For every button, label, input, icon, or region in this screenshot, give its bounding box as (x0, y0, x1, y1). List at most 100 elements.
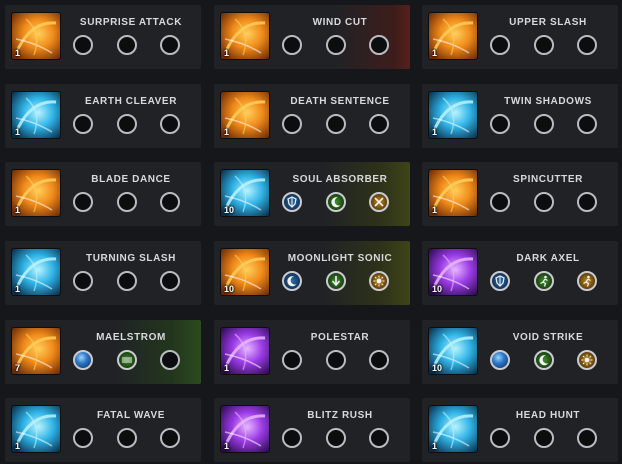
skill-level: 1 (432, 48, 438, 58)
skill-icon[interactable]: 1 (221, 328, 269, 374)
skill-name: EARTH CLEAVER (84, 96, 178, 107)
skill-icon[interactable]: 1 (12, 406, 60, 452)
skill-card[interactable]: 7 MAELSTROM (5, 320, 201, 384)
gem-slot-green-run-icon[interactable] (534, 271, 554, 291)
skill-icon[interactable]: 10 (221, 170, 269, 216)
gem-slot-green-arrow-icon[interactable] (326, 271, 346, 291)
empty-gem-slot[interactable] (577, 192, 597, 212)
skill-icon[interactable]: 1 (221, 406, 269, 452)
gem-slot-green-crescent-icon[interactable] (326, 192, 346, 212)
empty-gem-slot[interactable] (326, 428, 346, 448)
empty-gem-slot[interactable] (160, 428, 180, 448)
empty-gem-slot[interactable] (534, 35, 554, 55)
empty-gem-slot[interactable] (490, 428, 510, 448)
empty-gem-slot[interactable] (73, 428, 93, 448)
skill-card[interactable]: 10 MOONLIGHT SONIC (214, 241, 410, 305)
skill-icon[interactable]: 1 (429, 92, 477, 138)
skill-icon[interactable]: 1 (12, 170, 60, 216)
empty-gem-slot[interactable] (282, 428, 302, 448)
empty-gem-slot[interactable] (326, 114, 346, 134)
skill-card[interactable]: 10 VOID STRIKE (422, 320, 618, 384)
skill-name: MOONLIGHT SONIC (287, 253, 393, 264)
skill-level: 10 (224, 284, 235, 294)
empty-gem-slot[interactable] (160, 192, 180, 212)
skill-icon[interactable]: 1 (221, 92, 269, 138)
empty-gem-slot[interactable] (369, 350, 389, 370)
empty-gem-slot[interactable] (73, 271, 93, 291)
empty-gem-slot[interactable] (117, 192, 137, 212)
skill-name: DARK AXEL (516, 253, 580, 264)
skill-icon[interactable]: 1 (12, 249, 60, 295)
empty-gem-slot[interactable] (577, 35, 597, 55)
empty-gem-slot[interactable] (117, 35, 137, 55)
skill-name: BLADE DANCE (91, 174, 171, 185)
gem-slot-blue-shield-icon[interactable] (490, 271, 510, 291)
skill-card[interactable]: 1 BLADE DANCE (5, 162, 201, 226)
skill-icon[interactable]: 1 (429, 406, 477, 452)
empty-gem-slot[interactable] (577, 114, 597, 134)
skill-icon[interactable]: 1 (12, 13, 60, 59)
empty-gem-slot[interactable] (490, 35, 510, 55)
gem-slot-gold-cross-icon[interactable] (369, 192, 389, 212)
empty-gem-slot[interactable] (117, 271, 137, 291)
skill-card[interactable]: 1 SPINCUTTER (422, 162, 618, 226)
empty-gem-slot[interactable] (160, 35, 180, 55)
skill-icon[interactable]: 1 (221, 13, 269, 59)
gem-slot-gold-run-icon[interactable] (577, 271, 597, 291)
gem-slot-gold-burst-icon[interactable] (577, 350, 597, 370)
skill-card[interactable]: 10 DARK AXEL (422, 241, 618, 305)
skill-icon[interactable]: 10 (429, 328, 477, 374)
skill-card[interactable]: 1 BLITZ RUSH (214, 398, 410, 462)
skill-icon[interactable]: 10 (429, 249, 477, 295)
empty-gem-slot[interactable] (117, 114, 137, 134)
skill-card[interactable]: 1 TWIN SHADOWS (422, 84, 618, 148)
skill-icon[interactable]: 1 (12, 92, 60, 138)
skill-name: TWIN SHADOWS (504, 96, 592, 107)
empty-gem-slot[interactable] (282, 350, 302, 370)
skill-card[interactable]: 1 UPPER SLASH (422, 5, 618, 69)
empty-gem-slot[interactable] (369, 35, 389, 55)
empty-gem-slot[interactable] (160, 271, 180, 291)
empty-gem-slot[interactable] (534, 114, 554, 134)
skill-level: 1 (224, 363, 230, 373)
empty-gem-slot[interactable] (534, 428, 554, 448)
empty-gem-slot[interactable] (577, 428, 597, 448)
skill-card[interactable]: 1 FATAL WAVE (5, 398, 201, 462)
gem-slot-green-lines-icon[interactable] (117, 350, 137, 370)
skill-card[interactable]: 1 WIND CUT (214, 5, 410, 69)
empty-gem-slot[interactable] (369, 114, 389, 134)
gem-slot-blue-crescent-icon[interactable] (282, 271, 302, 291)
empty-gem-slot[interactable] (73, 114, 93, 134)
skill-icon[interactable]: 1 (429, 170, 477, 216)
gem-slot-blue-orb-icon[interactable] (73, 350, 93, 370)
skill-card[interactable]: 1 SURPRISE ATTACK (5, 5, 201, 69)
empty-gem-slot[interactable] (490, 114, 510, 134)
skill-level: 1 (15, 127, 21, 137)
empty-gem-slot[interactable] (160, 350, 180, 370)
empty-gem-slot[interactable] (326, 35, 346, 55)
empty-gem-slot[interactable] (117, 428, 137, 448)
skill-card[interactable]: 1 HEAD HUNT (422, 398, 618, 462)
empty-gem-slot[interactable] (282, 114, 302, 134)
empty-gem-slot[interactable] (160, 114, 180, 134)
gem-slot-blue-orb-icon[interactable] (490, 350, 510, 370)
empty-gem-slot[interactable] (73, 192, 93, 212)
skill-icon[interactable]: 7 (12, 328, 60, 374)
gem-slot-green-crescent-icon[interactable] (534, 350, 554, 370)
empty-gem-slot[interactable] (73, 35, 93, 55)
empty-gem-slot[interactable] (490, 192, 510, 212)
skill-card[interactable]: 10 SOUL ABSORBER (214, 162, 410, 226)
skill-card[interactable]: 1 TURNING SLASH (5, 241, 201, 305)
gem-slot-gold-burst-icon[interactable] (369, 271, 389, 291)
empty-gem-slot[interactable] (369, 428, 389, 448)
skill-icon[interactable]: 1 (429, 13, 477, 59)
skill-card[interactable]: 1 DEATH SENTENCE (214, 84, 410, 148)
skill-card[interactable]: 1 EARTH CLEAVER (5, 84, 201, 148)
skill-icon[interactable]: 10 (221, 249, 269, 295)
gem-slot-blue-shield-icon[interactable] (282, 192, 302, 212)
empty-gem-slot[interactable] (282, 35, 302, 55)
skill-level: 1 (15, 205, 21, 215)
skill-card[interactable]: 1 POLESTAR (214, 320, 410, 384)
empty-gem-slot[interactable] (534, 192, 554, 212)
empty-gem-slot[interactable] (326, 350, 346, 370)
